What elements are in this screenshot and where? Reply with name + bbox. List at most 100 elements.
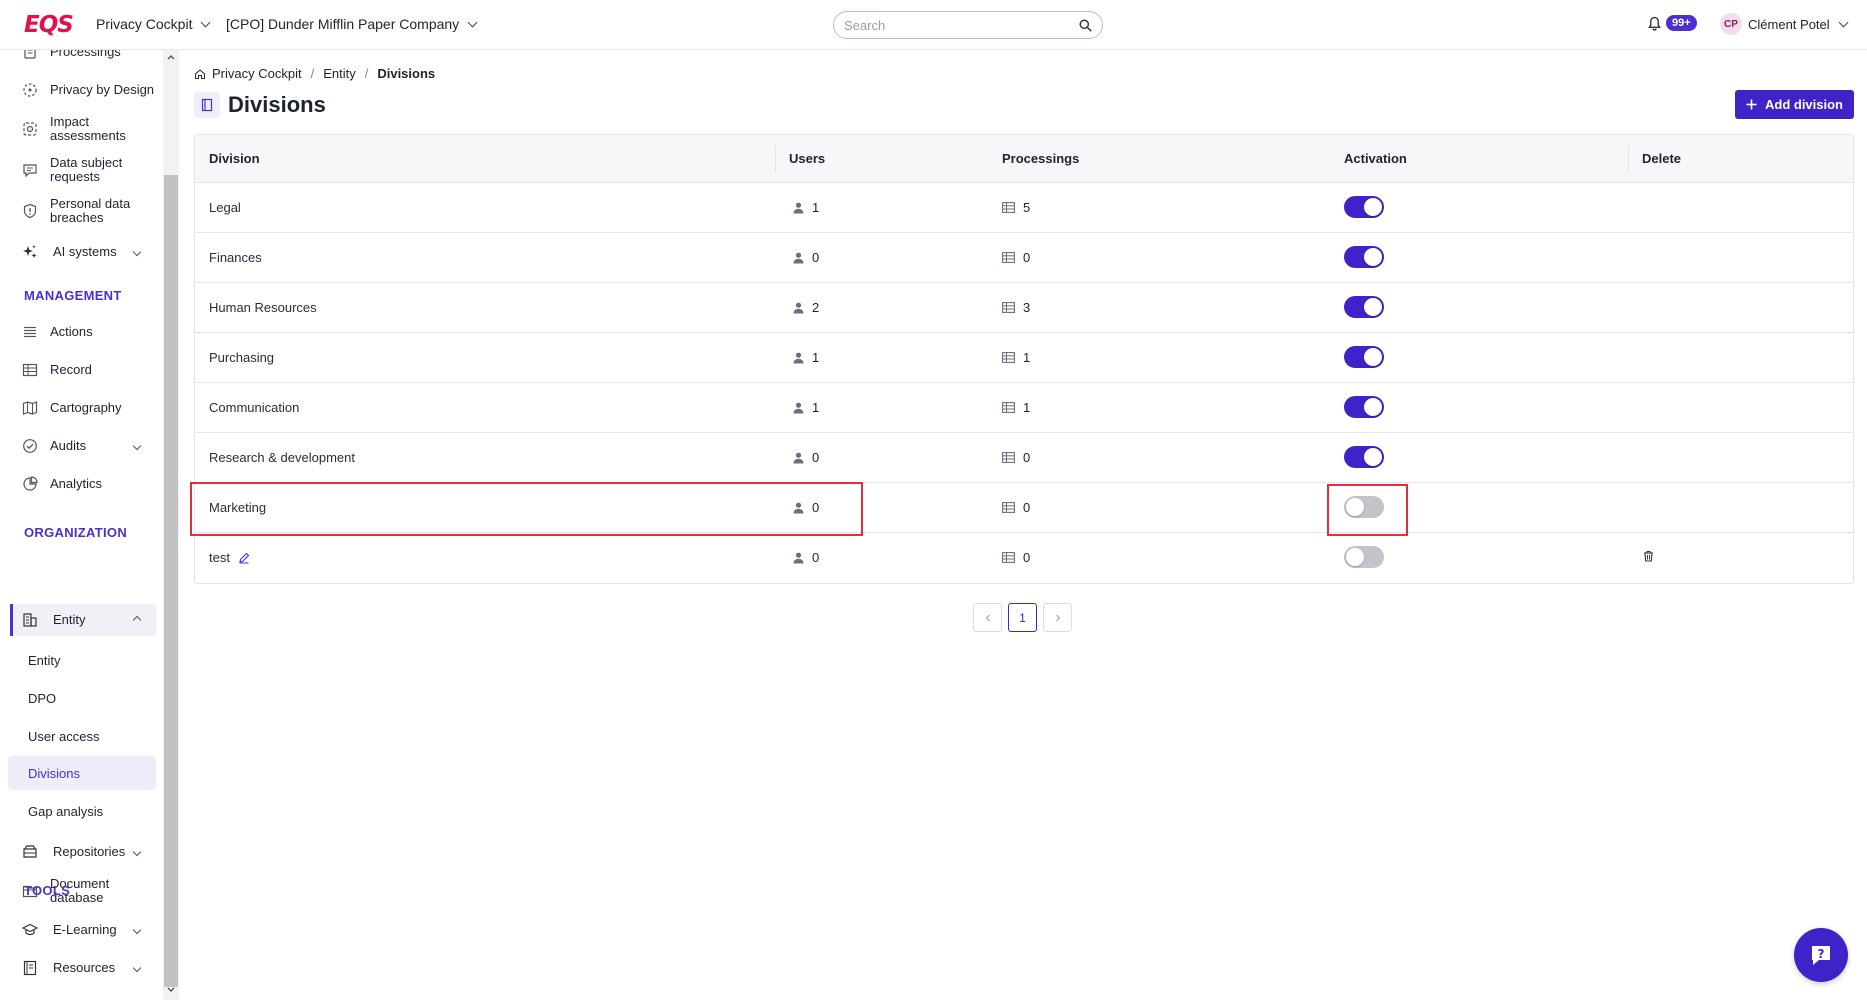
sidebar-scrollbar-thumb[interactable] (164, 175, 178, 987)
processings-count: 1 (1023, 350, 1031, 365)
division-cell: Purchasing (209, 350, 274, 365)
company-switcher[interactable]: [CPO] Dunder Mifflin Paper Company (226, 16, 478, 32)
chevron-down-icon[interactable] (132, 847, 142, 857)
search-icon[interactable] (1079, 18, 1092, 32)
activation-toggle[interactable] (1344, 196, 1384, 218)
chevron-down-icon[interactable] (132, 247, 142, 257)
sidebar-item-label: Privacy by Design (50, 82, 155, 97)
chevron-down-icon (1838, 17, 1849, 27)
sidebar-item-ai-systems[interactable]: AI systems (8, 242, 156, 262)
sidebar-item-impact-assessments[interactable]: Impact assessments (8, 114, 156, 144)
sidebar-item-label: Audits (50, 438, 87, 453)
sidebar-item-analytics[interactable]: Analytics (8, 474, 156, 494)
activation-toggle[interactable] (1344, 546, 1384, 568)
next-page-button[interactable] (1043, 603, 1072, 632)
bell-icon[interactable] (1648, 16, 1661, 31)
table-row: Purchasing 1 1 (195, 333, 1853, 383)
activation-toggle[interactable] (1344, 246, 1384, 268)
users-cell: 0 (793, 250, 819, 265)
activation-toggle[interactable] (1344, 446, 1384, 468)
add-division-label: Add division (1765, 97, 1843, 112)
sidebar-subitem-gap-analysis[interactable]: Gap analysis (8, 794, 156, 828)
processings-count: 0 (1023, 500, 1031, 515)
column-divider (1628, 145, 1629, 173)
breadcrumb-home[interactable]: Privacy Cockpit (212, 66, 302, 81)
sidebar-item-label: Personal data breaches (50, 196, 131, 225)
toggle-knob (1346, 498, 1364, 516)
users-count: 0 (812, 550, 820, 565)
header-users[interactable]: Users (789, 151, 825, 166)
division-cell: Human Resources (209, 300, 317, 315)
users-cell: 2 (793, 300, 819, 315)
division-name: Marketing (209, 500, 267, 515)
activation-toggle[interactable] (1344, 396, 1384, 418)
sidebar-item-privacy-by-design[interactable]: Privacy by Design (8, 80, 156, 100)
sidebar-item-processings[interactable]: Processings (8, 50, 156, 62)
processings-count: 0 (1023, 450, 1031, 465)
table-icon (1002, 202, 1015, 213)
header-division[interactable]: Division (209, 151, 260, 166)
product-switcher[interactable]: Privacy Cockpit (96, 16, 211, 32)
sidebar-subitem-user-access[interactable]: User access (8, 719, 156, 753)
section-management: MANAGEMENT (24, 288, 122, 303)
company-name: [CPO] Dunder Mifflin Paper Company (226, 16, 460, 32)
user-menu[interactable]: CP Clément Potel (1720, 13, 1849, 35)
page-1-button[interactable]: 1 (1008, 603, 1037, 632)
help-chat-button[interactable]: ? (1794, 928, 1848, 982)
processings-count: 0 (1023, 250, 1031, 265)
breadcrumb-entity[interactable]: Entity (323, 66, 356, 81)
trash-icon[interactable] (1643, 550, 1654, 562)
sidebar-item-record[interactable]: Record (8, 360, 156, 380)
search-box[interactable] (833, 11, 1103, 39)
table-row: Research & development 0 0 (195, 433, 1853, 483)
sidebar-subitem-dpo[interactable]: DPO (8, 681, 156, 715)
breadcrumb-separator: / (310, 66, 315, 81)
user-icon (793, 302, 804, 313)
sidebar-item-resources[interactable]: Resources (8, 958, 156, 978)
sidebar-item-repositories[interactable]: Repositories (8, 842, 156, 862)
home-icon[interactable] (194, 68, 206, 80)
users-cell: 1 (793, 400, 819, 415)
activation-toggle[interactable] (1344, 346, 1384, 368)
sidebar-item-cartography[interactable]: Cartography (8, 398, 156, 418)
add-division-button[interactable]: Add division (1735, 90, 1854, 119)
sidebar-item-personal-data-breaches[interactable]: Personal data breaches (8, 196, 156, 226)
sidebar-item-data-subject-requests[interactable]: Data subject requests (8, 155, 156, 185)
activation-toggle[interactable] (1344, 296, 1384, 318)
division-name: Legal (209, 200, 241, 215)
sidebar-subitem-divisions[interactable]: Divisions (8, 756, 156, 790)
chevron-up-icon[interactable] (132, 615, 142, 625)
book-icon (23, 960, 37, 976)
scroll-up-icon[interactable] (166, 52, 176, 62)
list-icon (24, 326, 36, 338)
division-cell: Communication (209, 400, 299, 415)
activation-toggle[interactable] (1344, 496, 1384, 518)
eqs-logo[interactable]: EQS (24, 12, 74, 38)
header-processings[interactable]: Processings (1002, 151, 1079, 166)
prev-page-button[interactable] (973, 603, 1002, 632)
users-count: 0 (812, 450, 820, 465)
sidebar-item-label: Processings (50, 50, 121, 59)
header-activation[interactable]: Activation (1344, 151, 1407, 166)
sidebar-item-entity[interactable]: Entity (8, 610, 156, 630)
column-divider (775, 145, 776, 173)
sidebar-item-e-learning[interactable]: E-Learning (8, 920, 156, 940)
search-input[interactable] (844, 17, 1079, 33)
sidebar-subitem-entity[interactable]: Entity (8, 643, 156, 677)
toggle-knob (1364, 198, 1382, 216)
sidebar-item-audits[interactable]: Audits (8, 436, 156, 456)
sidebar-item-actions[interactable]: Actions (8, 322, 156, 342)
processings-cell: 0 (1002, 550, 1030, 565)
scroll-down-icon[interactable] (166, 985, 176, 995)
svg-text:?: ? (1818, 947, 1825, 961)
breadcrumb: Privacy Cockpit / Entity / Divisions (194, 66, 435, 81)
notification-badge[interactable]: 99+ (1666, 15, 1697, 31)
chevron-down-icon[interactable] (132, 441, 142, 451)
chevron-down-icon[interactable] (132, 963, 142, 973)
table-icon (1002, 302, 1015, 313)
building-icon (23, 613, 37, 627)
edit-icon[interactable] (238, 552, 250, 564)
table-row: Marketing 0 0 (195, 483, 1853, 533)
document-icon (24, 50, 36, 59)
chevron-down-icon[interactable] (132, 925, 142, 935)
